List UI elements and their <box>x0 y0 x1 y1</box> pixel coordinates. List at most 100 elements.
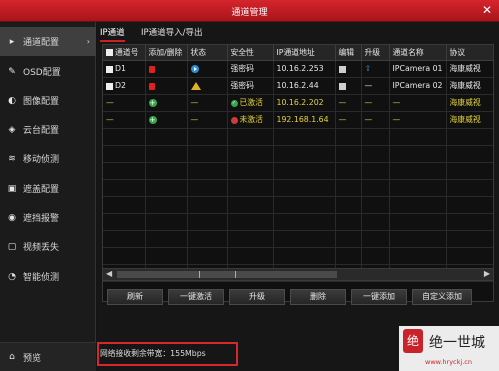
cell-status <box>187 77 228 95</box>
preview-button[interactable]: ⌂ 预览 <box>0 342 96 371</box>
col-upgrade: 升级 <box>361 45 390 61</box>
empty-cell <box>187 145 228 163</box>
empty-cell <box>227 230 274 248</box>
cell-upgrade: ⇧ <box>361 60 390 78</box>
upgrade-button[interactable]: 升级 <box>229 289 285 305</box>
close-icon[interactable]: ✕ <box>482 3 492 17</box>
empty-cell <box>361 230 390 248</box>
row-checkbox[interactable] <box>106 65 113 73</box>
upgrade-icon[interactable]: ⇧ <box>365 64 372 73</box>
motion-icon: ≋ <box>8 153 16 164</box>
empty-cell <box>227 128 274 146</box>
empty-cell <box>361 145 390 163</box>
sidebar: ▸ 通道配置 › ✎ OSD配置 ◐ 图像配置 ◈ 云台配置 ≋ 移动侦测 ▣ 遮盖配置 ◉ 遮挡报警 ▢ 视频… <box>0 22 96 371</box>
empty-cell <box>335 247 362 265</box>
empty-cell <box>227 145 274 163</box>
quick-add-button[interactable]: 一键添加 <box>351 289 407 305</box>
empty-row <box>103 247 493 265</box>
table-row[interactable]: D2 强密码 10.16.2.44 — IPCamera 02 海康威视 <box>103 77 493 95</box>
empty-row <box>103 196 493 214</box>
cell-add-delete <box>145 60 188 78</box>
col-channel-name: 通道名称 <box>389 45 447 61</box>
empty-cell <box>145 213 188 231</box>
sidebar-item-label: OSD配置 <box>23 68 61 78</box>
sidebar-item-3[interactable]: ◈ 云台配置 <box>0 115 96 144</box>
camera-icon: ▸ <box>9 36 15 47</box>
delete-button[interactable]: 删除 <box>290 289 346 305</box>
delete-icon[interactable] <box>148 82 155 90</box>
cell-add-delete: + <box>145 94 188 112</box>
empty-row <box>103 213 493 231</box>
sidebar-item-5[interactable]: ▣ 遮盖配置 <box>0 174 96 203</box>
sidebar-item-4[interactable]: ≋ 移动侦测 <box>0 144 96 173</box>
empty-cell <box>361 128 390 146</box>
empty-cell <box>187 162 228 180</box>
activate-button[interactable]: 一键激活 <box>168 289 224 305</box>
cell-ip: 10.16.2.44 <box>273 77 336 95</box>
empty-cell <box>361 213 390 231</box>
sidebar-item-2[interactable]: ◐ 图像配置 <box>0 86 96 115</box>
empty-cell <box>335 213 362 231</box>
cell-upgrade: — <box>361 94 390 112</box>
empty-row <box>103 179 493 197</box>
title-bar: 通道管理 ✕ <box>0 0 499 22</box>
scroll-left-icon[interactable]: ◀ <box>106 269 112 278</box>
sidebar-item-1[interactable]: ✎ OSD配置 <box>0 57 96 86</box>
tab-ip-channel[interactable]: IP通道 <box>100 26 125 42</box>
chevron-right-icon: › <box>86 37 90 46</box>
select-all-checkbox[interactable] <box>106 49 113 57</box>
scroll-right-icon[interactable]: ▶ <box>484 269 490 278</box>
empty-cell <box>389 213 447 231</box>
cell-security: 强密码 <box>227 60 274 78</box>
table-row[interactable]: — + — 未激活 192.168.1.64— — — 海康威视 <box>103 111 493 129</box>
custom-add-button[interactable]: 自定义添加 <box>412 289 472 305</box>
edit-icon[interactable] <box>338 65 346 73</box>
col-channel[interactable]: 通道号 <box>103 45 146 61</box>
empty-cell <box>145 128 188 146</box>
empty-cell <box>103 179 146 197</box>
empty-cell <box>103 196 146 214</box>
empty-cell <box>389 230 447 248</box>
col-edit: 编辑 <box>335 45 362 61</box>
sidebar-item-7[interactable]: ▢ 视频丢失 <box>0 232 96 261</box>
cell-channel: — <box>103 94 146 112</box>
empty-cell <box>103 247 146 265</box>
cell-protocol: 海康威视 <box>446 94 493 112</box>
col-security: 安全性 <box>227 45 274 61</box>
edit-icon[interactable] <box>338 82 346 90</box>
tab-ip-import-export[interactable]: IP通道导入/导出 <box>141 26 203 38</box>
delete-icon[interactable] <box>148 65 155 73</box>
empty-cell <box>145 179 188 197</box>
home-icon: ⌂ <box>9 352 15 362</box>
empty-cell <box>227 247 274 265</box>
sidebar-item-label: 移动侦测 <box>23 155 60 165</box>
col-protocol: 协议 <box>446 45 493 61</box>
empty-cell <box>389 247 447 265</box>
empty-cell <box>145 247 188 265</box>
empty-cell <box>389 128 447 146</box>
table-row[interactable]: — + — ✓ 已激活 10.16.2.202— — — 海康威视 <box>103 94 493 112</box>
empty-cell <box>389 145 447 163</box>
sidebar-item-0[interactable]: ▸ 通道配置 › <box>0 27 96 56</box>
empty-cell <box>335 145 362 163</box>
empty-cell <box>335 128 362 146</box>
empty-cell <box>335 196 362 214</box>
empty-cell <box>273 196 336 214</box>
empty-cell <box>227 162 274 180</box>
row-checkbox[interactable] <box>106 82 113 90</box>
smart-icon: ◔ <box>8 271 16 282</box>
play-icon[interactable] <box>190 65 199 73</box>
add-icon[interactable]: + <box>148 116 157 124</box>
sidebar-item-6[interactable]: ◉ 遮挡报警 <box>0 203 96 232</box>
add-icon[interactable]: + <box>148 99 157 107</box>
table-header-row: 通道号 添加/删除 状态 安全性 IP通道地址 编辑 升级 通道名称 协议 <box>103 45 493 61</box>
sidebar-item-8[interactable]: ◔ 智能侦测 <box>0 262 96 291</box>
empty-cell <box>145 196 188 214</box>
sidebar-item-label: 云台配置 <box>23 126 60 136</box>
empty-cell <box>389 196 447 214</box>
table-row[interactable]: D1 强密码 10.16.2.253 ⇧ IPCamera 01 海康威视 <box>103 60 493 78</box>
horizontal-scrollbar[interactable]: ◀ ▶ <box>102 268 494 281</box>
scroll-thumb[interactable] <box>117 271 337 278</box>
cell-security: ✓ 已激活 <box>227 94 274 112</box>
refresh-button[interactable]: 刷新 <box>107 289 163 305</box>
